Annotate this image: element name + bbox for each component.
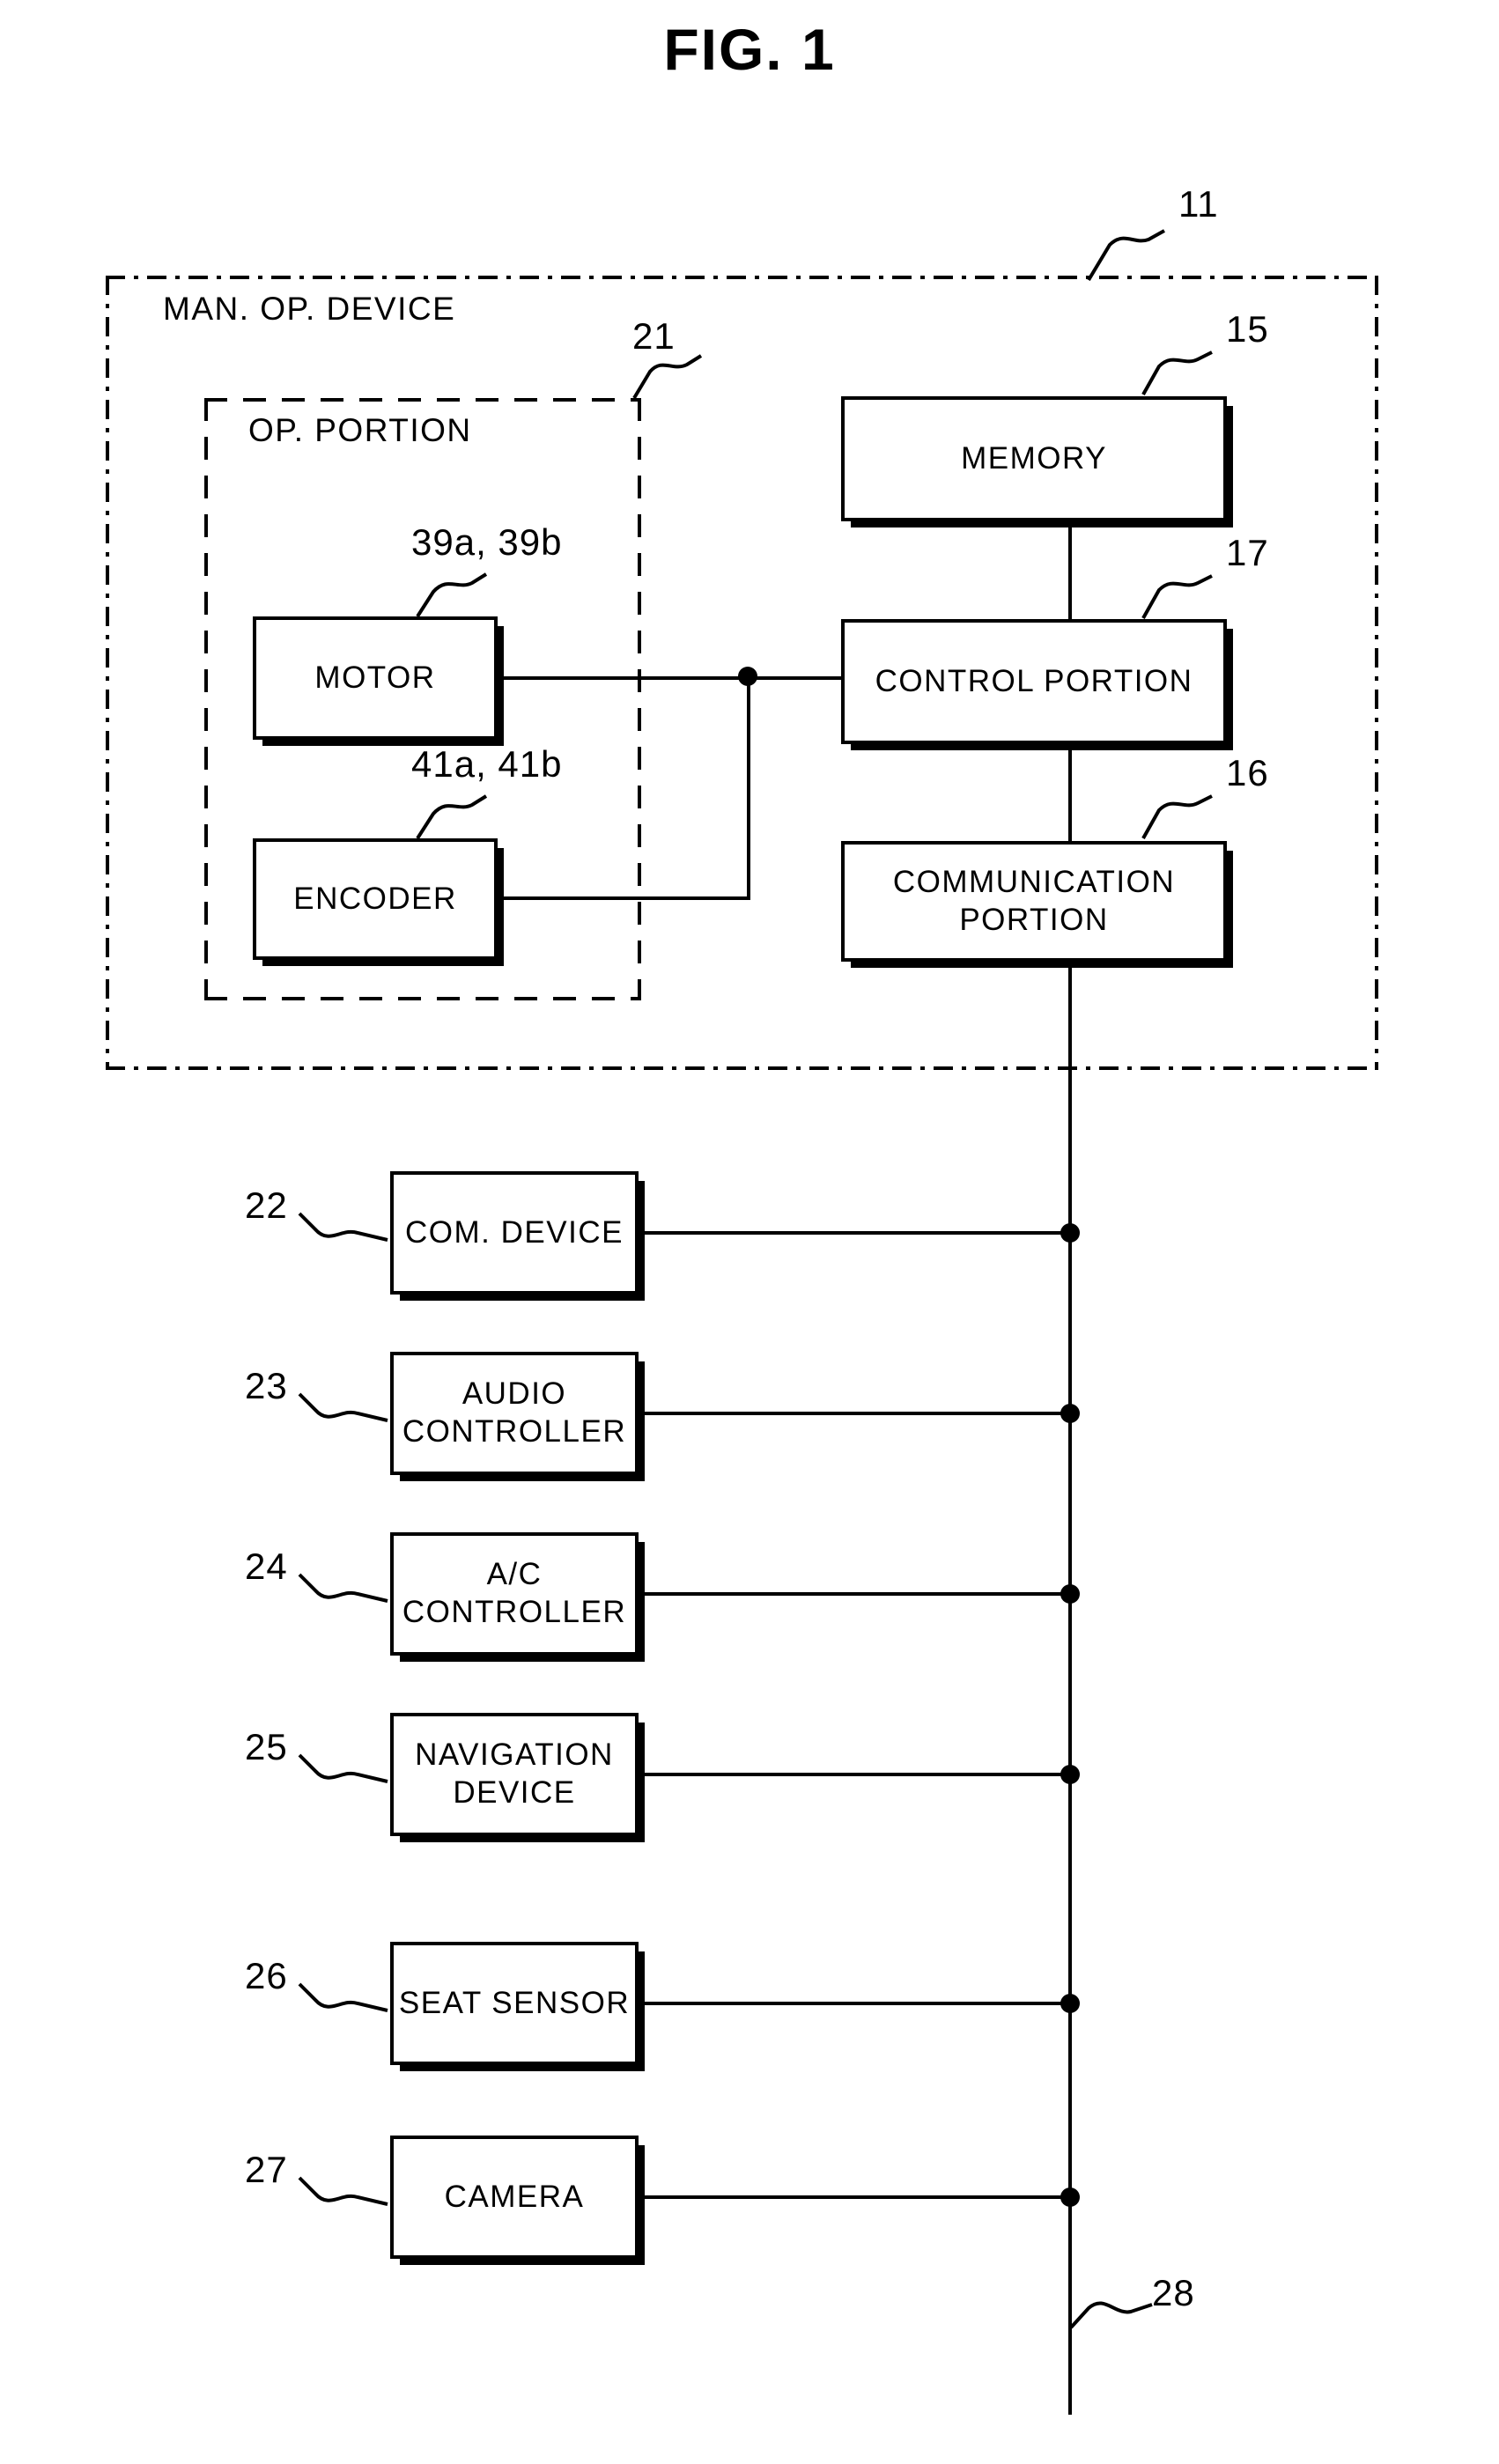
link-memory-control bbox=[1068, 520, 1072, 621]
wire-junction-to-control bbox=[749, 676, 845, 680]
leader-line-25 bbox=[298, 1753, 388, 1783]
leader-line-22 bbox=[298, 1212, 388, 1242]
bus-dot-com-device bbox=[1060, 1223, 1080, 1243]
peripheral-label-com-device: COM. DEVICE bbox=[405, 1214, 624, 1250]
ref-numeral-24: 24 bbox=[245, 1546, 288, 1587]
memory-block[interactable]: MEMORY bbox=[841, 396, 1227, 521]
leader-line-27 bbox=[298, 2176, 388, 2206]
wire-motor-to-junction bbox=[502, 676, 757, 680]
communication-portion-line1: COMMUNICATION bbox=[892, 864, 1176, 899]
ref-numeral-23: 23 bbox=[245, 1365, 288, 1406]
ref-numeral-27: 27 bbox=[245, 2149, 288, 2190]
wire-encoder-to-vertical bbox=[502, 896, 750, 900]
figure-title: FIG. 1 bbox=[663, 17, 836, 82]
link-control-communication bbox=[1068, 742, 1072, 843]
ref-numeral-26: 26 bbox=[245, 1955, 288, 1996]
bus-dot-navigation-device bbox=[1060, 1765, 1080, 1784]
peripheral-block-camera[interactable]: CAMERA bbox=[390, 2136, 639, 2259]
bus-dot-ac-controller bbox=[1060, 1584, 1080, 1604]
leader-line-17 bbox=[1141, 574, 1213, 619]
wire-audio-controller-to-bus bbox=[636, 1412, 1072, 1415]
bus-dot-camera bbox=[1060, 2187, 1080, 2207]
ref-numeral-11: 11 bbox=[1178, 183, 1219, 225]
memory-block-label: MEMORY bbox=[961, 440, 1107, 476]
man-op-device-label: MAN. OP. DEVICE bbox=[163, 291, 456, 327]
peripheral-block-audio-controller[interactable]: AUDIO CONTROLLER bbox=[390, 1352, 639, 1475]
peripheral-block-ac-controller[interactable]: A/C CONTROLLER bbox=[390, 1532, 639, 1656]
leader-line-39 bbox=[416, 572, 488, 618]
peripheral-label-navigation-device: NAVIGATION DEVICE bbox=[415, 1737, 614, 1810]
op-portion-label: OP. PORTION bbox=[248, 412, 472, 448]
peripheral-block-seat-sensor[interactable]: SEAT SENSOR bbox=[390, 1942, 639, 2065]
junction-dot-motor-encoder bbox=[738, 667, 757, 686]
leader-line-21 bbox=[632, 354, 703, 400]
leader-line-11 bbox=[1087, 229, 1165, 282]
ref-numeral-17: 17 bbox=[1226, 532, 1269, 573]
wire-seat-sensor-to-bus bbox=[636, 2002, 1072, 2005]
encoder-block[interactable]: ENCODER bbox=[253, 838, 498, 960]
ref-numeral-21: 21 bbox=[632, 315, 676, 357]
leader-line-24 bbox=[298, 1573, 388, 1603]
wire-navigation-device-to-bus bbox=[636, 1773, 1072, 1776]
wire-ac-controller-to-bus bbox=[636, 1592, 1072, 1596]
leader-line-41 bbox=[416, 794, 488, 840]
peripheral-label-camera: CAMERA bbox=[444, 2179, 585, 2214]
bus-dot-seat-sensor bbox=[1060, 1994, 1080, 2013]
control-portion-block[interactable]: CONTROL PORTION bbox=[841, 619, 1227, 744]
leader-line-23 bbox=[298, 1392, 388, 1422]
ref-numeral-16: 16 bbox=[1226, 752, 1269, 793]
leader-line-15 bbox=[1141, 350, 1213, 395]
peripheral-label-ac-controller: A/C CONTROLLER bbox=[402, 1557, 627, 1629]
ref-numeral-25: 25 bbox=[245, 1726, 288, 1767]
peripheral-block-com-device[interactable]: COM. DEVICE bbox=[390, 1171, 639, 1295]
wire-com-device-to-bus bbox=[636, 1231, 1072, 1235]
ref-numeral-41a-41b: 41a, 41b bbox=[411, 743, 563, 785]
peripheral-label-audio-controller: AUDIO CONTROLLER bbox=[402, 1376, 627, 1449]
ref-numeral-22: 22 bbox=[245, 1184, 288, 1226]
leader-line-26 bbox=[298, 1982, 388, 2012]
motor-block-label: MOTOR bbox=[314, 660, 436, 695]
peripheral-label-seat-sensor: SEAT SENSOR bbox=[398, 1985, 631, 2020]
wire-junction-down bbox=[747, 676, 750, 898]
encoder-block-label: ENCODER bbox=[293, 881, 457, 916]
peripheral-block-navigation-device[interactable]: NAVIGATION DEVICE bbox=[390, 1713, 639, 1836]
communication-portion-line2: PORTION bbox=[959, 902, 1109, 937]
leader-line-16 bbox=[1141, 794, 1213, 839]
control-portion-block-label: CONTROL PORTION bbox=[875, 663, 1193, 698]
bus-dot-audio-controller bbox=[1060, 1404, 1080, 1423]
ref-numeral-28: 28 bbox=[1152, 2272, 1195, 2313]
motor-block[interactable]: MOTOR bbox=[253, 616, 498, 740]
wire-camera-to-bus bbox=[636, 2195, 1072, 2199]
ref-numeral-39a-39b: 39a, 39b bbox=[411, 521, 563, 563]
ref-numeral-15: 15 bbox=[1226, 308, 1269, 350]
communication-portion-block[interactable]: COMMUNICATION PORTION bbox=[841, 841, 1227, 962]
